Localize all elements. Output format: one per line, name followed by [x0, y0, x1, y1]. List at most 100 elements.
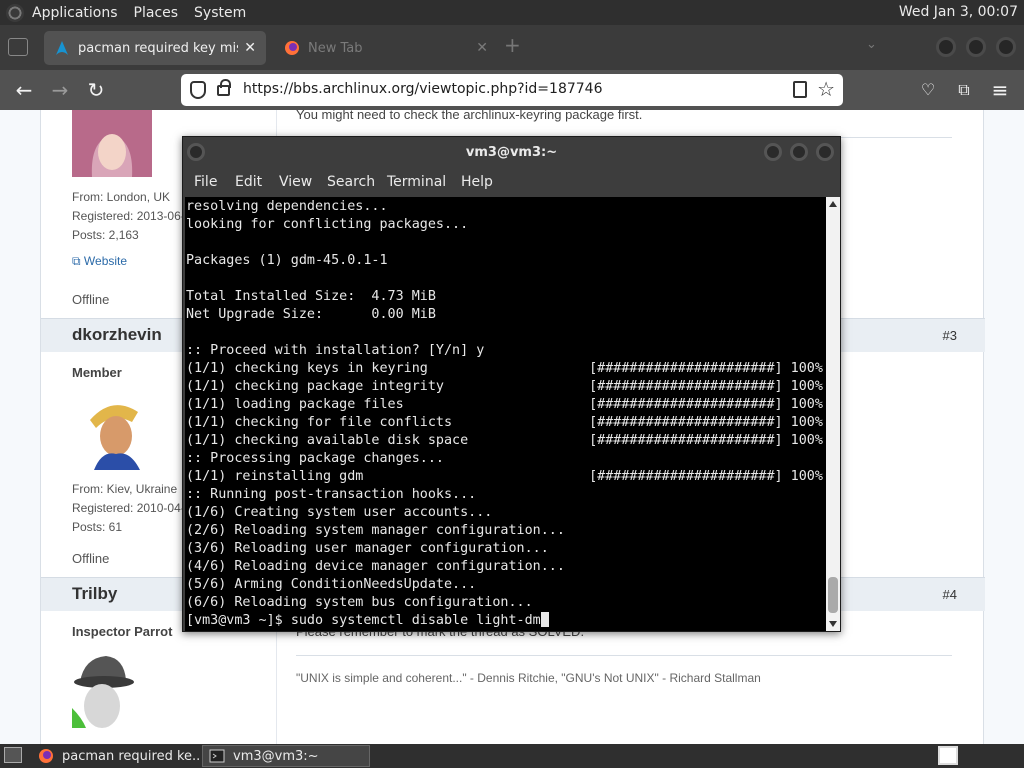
taskbar-item-label: pacman required ke... [62, 748, 200, 764]
bottom-taskbar: pacman required ke... vm3@vm3:~ [0, 744, 1024, 768]
post-author[interactable]: dkorzhevin [72, 325, 162, 345]
terminal-line: (5/6) Arming ConditionNeedsUpdate... [186, 577, 477, 592]
top-panel: Applications Places System Wed Jan 3, 00… [0, 0, 1024, 25]
divider [296, 655, 952, 656]
show-desktop-icon[interactable] [4, 747, 22, 763]
author-posts: Posts: 2,163 [72, 228, 139, 242]
terminal-lines: resolving dependencies... looking for con… [186, 198, 823, 630]
reader-view-icon[interactable] [793, 81, 807, 98]
pocket-icon[interactable]: ♡ [916, 78, 940, 102]
workspace-switcher[interactable] [938, 746, 958, 765]
online-status: Offline [72, 551, 110, 566]
terminal-line: (1/1) checking keys in keyring [########… [186, 361, 823, 376]
address-bar[interactable]: https://bbs.archlinux.org/viewtopic.php?… [181, 74, 843, 106]
close-window-button[interactable] [996, 37, 1016, 57]
list-tabs-icon[interactable]: ⌄ [866, 37, 877, 52]
close-tab-icon[interactable]: ✕ [476, 40, 488, 56]
text-cursor [540, 612, 549, 627]
terminal-scrollbar[interactable] [826, 197, 840, 631]
terminal-minimize-button[interactable] [764, 143, 782, 161]
author-registered: Registered: 2010-04- [72, 501, 185, 515]
author-registered: Registered: 2013-06- [72, 209, 185, 223]
terminal-line: (1/1) checking available disk space [###… [186, 433, 823, 448]
back-arrow-icon[interactable]: ← [12, 78, 36, 102]
reload-icon[interactable]: ↻ [84, 78, 108, 102]
tracking-protection-shield-icon[interactable] [190, 81, 206, 99]
taskbar-item-label: vm3@vm3:~ [233, 748, 319, 764]
terminal-menu-terminal[interactable]: Terminal [387, 174, 446, 190]
avatar[interactable] [72, 390, 152, 470]
online-status: Offline [72, 292, 110, 307]
author-location: From: Kiev, Ukraine [72, 482, 178, 496]
firefox-icon [285, 41, 299, 55]
taskbar-item-terminal[interactable]: vm3@vm3:~ [202, 745, 370, 767]
sidebar-icon[interactable] [8, 38, 28, 56]
terminal-line: (1/1) loading package files [###########… [186, 397, 823, 412]
terminal-menu-file[interactable]: File [194, 174, 217, 190]
terminal-menu-view[interactable]: View [279, 174, 312, 190]
url-text[interactable]: https://bbs.archlinux.org/viewtopic.php?… [243, 81, 602, 97]
shell-prompt: [vm3@vm3 ~]$ [186, 613, 291, 628]
applications-menu[interactable]: Applications [32, 5, 118, 21]
author-title: Member [72, 365, 122, 380]
terminal-output[interactable]: resolving dependencies... looking for con… [185, 197, 826, 631]
tab-new-tab[interactable]: New Tab ✕ [274, 31, 498, 65]
close-tab-icon[interactable]: ✕ [244, 40, 256, 56]
terminal-line: (1/1) checking package integrity [######… [186, 379, 823, 394]
terminal-line: Total Installed Size: 4.73 MiB [186, 289, 436, 304]
terminal-prompt-line[interactable]: [vm3@vm3 ~]$ sudo systemctl disable ligh… [186, 612, 823, 630]
terminal-line: :: Running post-transaction hooks... [186, 487, 477, 502]
places-menu[interactable]: Places [134, 5, 179, 21]
author-posts: Posts: 61 [72, 520, 123, 534]
terminal-window-menu-button[interactable] [187, 143, 205, 161]
new-tab-button[interactable]: + [504, 33, 521, 57]
taskbar-item-firefox[interactable]: pacman required ke... [32, 745, 200, 767]
terminal-titlebar[interactable]: vm3@vm3:~ [183, 137, 840, 169]
terminal-window[interactable]: vm3@vm3:~ File Edit View Search Terminal… [182, 136, 841, 632]
avatar[interactable] [72, 648, 152, 728]
post-number[interactable]: #4 [943, 587, 957, 602]
website-link-label[interactable]: Website [84, 254, 127, 268]
terminal-menu-search[interactable]: Search [327, 174, 375, 190]
terminal-menu-help[interactable]: Help [461, 174, 493, 190]
terminal-line: :: Proceed with installation? [Y/n] y [186, 343, 485, 358]
scrollbar-thumb[interactable] [828, 577, 838, 613]
minimize-button[interactable] [936, 37, 956, 57]
typed-command[interactable]: sudo systemctl disable light-dm [291, 613, 541, 628]
extensions-icon[interactable]: ⧉ [952, 78, 976, 102]
terminal-icon [209, 749, 225, 763]
tab-pacman-key[interactable]: pacman required key missing ✕ [44, 31, 266, 65]
maximize-button[interactable] [966, 37, 986, 57]
website-link[interactable]: ⧉ Website [72, 254, 127, 269]
terminal-line: (1/6) Creating system user accounts... [186, 505, 493, 520]
terminal-close-button[interactable] [816, 143, 834, 161]
terminal-line: :: Processing package changes... [186, 451, 444, 466]
forward-arrow-icon[interactable]: → [48, 78, 72, 102]
navigation-bar: ← → ↻ https://bbs.archlinux.org/viewtopi… [0, 70, 1024, 110]
author-location: From: London, UK [72, 190, 171, 204]
terminal-line: looking for conflicting packages... [186, 217, 469, 232]
terminal-maximize-button[interactable] [790, 143, 808, 161]
scroll-down-arrow-icon[interactable] [829, 621, 837, 627]
post-number[interactable]: #3 [943, 328, 957, 343]
system-menu[interactable]: System [194, 5, 246, 21]
lock-icon[interactable] [217, 79, 231, 96]
mate-logo-icon[interactable] [6, 3, 24, 22]
terminal-line: Packages (1) gdm-45.0.1-1 [186, 253, 388, 268]
clock[interactable]: Wed Jan 3, 00:07 [899, 4, 1018, 20]
menu-hamburger-icon[interactable]: ≡ [988, 78, 1012, 102]
terminal-line: Net Upgrade Size: 0.00 MiB [186, 307, 436, 322]
terminal-line: (2/6) Reloading system manager configura… [186, 523, 565, 538]
author-title: Inspector Parrot [72, 624, 173, 639]
avatar[interactable] [72, 110, 152, 177]
post-author[interactable]: Trilby [72, 584, 117, 604]
terminal-line: (6/6) Reloading system bus configuration… [186, 595, 533, 610]
scroll-up-arrow-icon[interactable] [829, 201, 837, 207]
bookmark-star-icon[interactable]: ☆ [817, 77, 835, 101]
firefox-icon [39, 749, 53, 763]
terminal-menubar: File Edit View Search Terminal Help [183, 169, 840, 197]
terminal-menu-edit[interactable]: Edit [235, 174, 262, 190]
